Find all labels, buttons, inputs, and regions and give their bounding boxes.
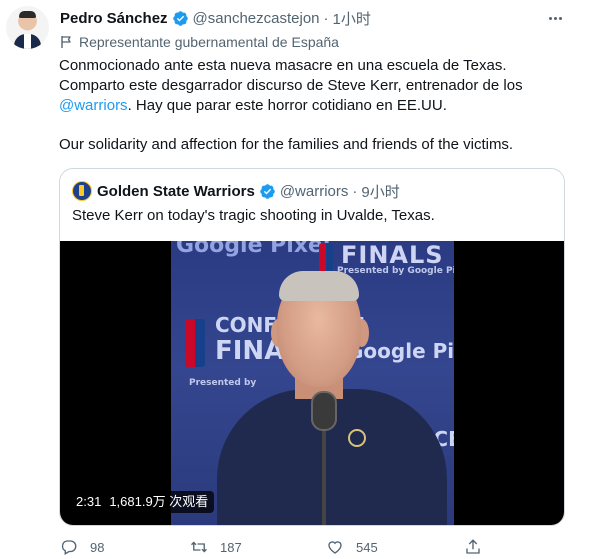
like-count: 545 [356, 539, 378, 555]
share-button[interactable] [464, 536, 494, 558]
flag-icon [61, 36, 71, 48]
backdrop-text: Presented by [189, 378, 257, 388]
video-thumbnail: Google Pixel FINALS Presented by Google … [171, 241, 454, 525]
verified-badge-icon [172, 10, 188, 26]
reply-button[interactable]: 98 [60, 536, 104, 558]
author-handle[interactable]: @sanchezcastejon [193, 10, 320, 27]
separator-dot: · [323, 9, 329, 27]
tweet-text: Conmocionado ante esta nueva masacre en … [59, 56, 559, 155]
quoted-tweet[interactable]: Golden State Warriors @warriors · 9小时 St… [59, 168, 565, 526]
video-player[interactable]: Google Pixel FINALS Presented by Google … [60, 241, 564, 525]
like-icon [328, 541, 342, 554]
retweet-count: 187 [220, 539, 242, 555]
nba-logo-icon [185, 319, 205, 367]
separator-dot: · [352, 182, 358, 200]
retweet-icon [191, 541, 207, 553]
tweet-timestamp[interactable]: 1小时 [333, 8, 371, 29]
retweet-button[interactable]: 187 [190, 536, 242, 558]
quoted-tweet-header: Golden State Warriors @warriors · 9小时 [72, 181, 400, 201]
tweet-text-line-1: Conmocionado ante esta nueva masacre en … [59, 57, 507, 74]
reply-icon [61, 540, 77, 555]
video-info-badge: 2:31 1,681.9万 次观看 [70, 491, 215, 513]
tweet[interactable]: Pedro Sánchez @sanchezcastejon · 1小时 Rep… [0, 0, 594, 559]
video-view-count: 1,681.9万 次观看 [109, 494, 209, 509]
tweet-text-line-3-rest: . Hay que parar este horror cotidiano en… [127, 97, 447, 114]
author-name[interactable]: Pedro Sánchez [60, 10, 168, 27]
share-icon [466, 539, 480, 554]
backdrop-text: Google Pixel [176, 241, 331, 258]
tweet-text-line-2: Comparto este desgarrador discurso de St… [59, 77, 523, 94]
backdrop-text: Presented by Google Pixel [337, 266, 454, 276]
quoted-tweet-text: Steve Kerr on today's tragic shooting in… [72, 207, 435, 224]
tweet-text-line-3: @warriors. Hay que parar este horror cot… [59, 96, 559, 116]
backdrop-text: FINALS [341, 241, 444, 269]
speaker-hair [279, 271, 359, 301]
microphone-stand [322, 429, 326, 525]
more-options-icon[interactable] [545, 8, 565, 28]
action-bar: 98 187 545 [56, 536, 576, 558]
quoted-author-handle[interactable]: @warriors [280, 183, 349, 200]
tweet-header: Pedro Sánchez @sanchezcastejon · 1小时 [60, 8, 371, 29]
government-label-text: Representante gubernamental de España [79, 34, 339, 50]
warriors-avatar[interactable] [72, 181, 92, 201]
verified-badge-icon [260, 183, 275, 199]
tweet-text-line-4: Our solidarity and affection for the fam… [59, 136, 514, 153]
quoted-tweet-timestamp[interactable]: 9小时 [361, 181, 399, 202]
reply-count: 98 [90, 539, 105, 555]
quoted-author-name[interactable]: Golden State Warriors [97, 183, 255, 200]
chest-logo [348, 429, 366, 447]
mention-link[interactable]: @warriors [59, 97, 128, 114]
government-label[interactable]: Representante gubernamental de España [60, 33, 339, 51]
like-button[interactable]: 545 [326, 536, 378, 558]
video-duration: 2:31 [76, 494, 102, 509]
microphone-icon [311, 391, 337, 431]
author-avatar[interactable] [6, 6, 49, 49]
nba-logo-icon [319, 243, 333, 273]
